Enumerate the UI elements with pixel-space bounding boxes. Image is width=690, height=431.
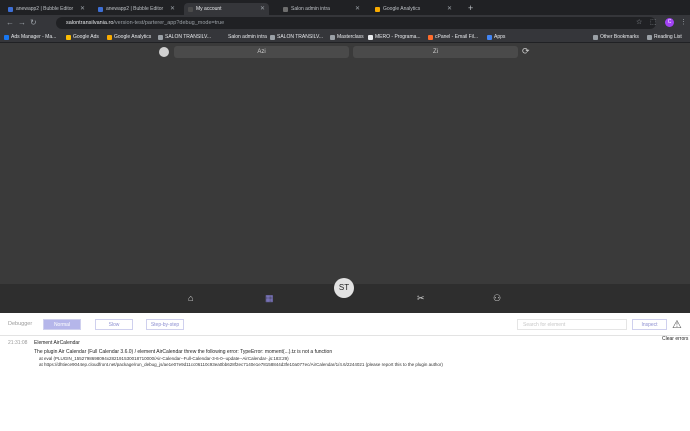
apps-grid-icon — [487, 34, 492, 40]
reading-list[interactable]: Reading List — [647, 34, 682, 40]
other-bookmarks[interactable]: Other Bookmarks — [593, 34, 639, 40]
browser-tab[interactable]: anewapp2 | Bubble Editor ✕ — [94, 3, 179, 15]
tab-title: Salon admin intra — [291, 6, 330, 12]
mode-slow-button[interactable]: Slow — [95, 319, 133, 330]
browser-tab[interactable]: anewapp2 | Bubble Editor ✕ — [4, 3, 89, 15]
bookmark-item[interactable]: MERO - Programa... — [368, 34, 421, 40]
log-timestamp: 21:31:08 — [8, 340, 28, 346]
bookmark-item[interactable]: Masterclass — [330, 34, 364, 40]
bookmark-icon — [368, 34, 373, 40]
day-button-tomorrow[interactable]: Zi — [353, 46, 518, 58]
close-tab-icon[interactable]: ✕ — [80, 5, 85, 12]
url-path: /version-test/parterer_app?debug_mode=tr… — [113, 20, 225, 26]
day-button-today[interactable]: Azi — [174, 46, 349, 58]
page-favicon-icon — [283, 6, 288, 12]
calendar-icon[interactable]: ▦ — [265, 293, 274, 304]
clear-errors-link[interactable]: Clear errors — [662, 336, 688, 342]
scissors-icon[interactable]: ✂ — [417, 293, 425, 304]
browser-tab-strip: anewapp2 | Bubble Editor ✕ anewapp2 | Bu… — [0, 0, 690, 15]
url-host: salontransilvania.ro — [66, 20, 114, 26]
tab-title: My account — [196, 6, 222, 12]
reload-icon[interactable]: ↻ — [30, 18, 37, 27]
tab-title: anewapp2 | Bubble Editor — [16, 6, 74, 12]
bookmark-star-icon[interactable]: ☆ — [636, 18, 642, 26]
analytics-favicon-icon — [375, 6, 380, 12]
profile-avatar[interactable]: C — [665, 18, 674, 27]
bookmark-item[interactable]: Salon admin intra — [221, 34, 267, 40]
debugger-bar: Debugger Normal Slow Step-by-step Search… — [0, 313, 690, 336]
mode-normal-button[interactable]: Normal — [43, 319, 81, 330]
bubble-favicon-icon — [98, 6, 103, 12]
mode-step-button[interactable]: Step-by-step — [146, 319, 184, 330]
bookmark-icon — [107, 34, 112, 40]
bookmark-item[interactable]: Google Analytics — [107, 34, 151, 40]
bookmark-icon — [270, 34, 275, 40]
bookmark-item[interactable]: Apps — [487, 34, 505, 40]
log-stack-line: at https://dhtiece9044ep.cloudfront.net/… — [39, 362, 443, 367]
user-icon[interactable]: ⚇ — [493, 293, 501, 304]
inspect-button[interactable]: Inspect — [632, 319, 667, 330]
bookmarks-bar: Ads Manager - Ma... Google Ads Google An… — [0, 31, 690, 43]
avatar[interactable]: ST — [334, 278, 354, 298]
bookmark-icon — [66, 34, 71, 40]
debugger-label: Debugger — [8, 321, 33, 327]
toggle-dot[interactable] — [159, 47, 169, 57]
forward-icon[interactable]: → — [18, 18, 26, 27]
log-element-name: Element AirCalendar — [34, 340, 80, 346]
bubble-favicon-icon — [8, 6, 13, 12]
extensions-icon[interactable]: ⬚ — [650, 18, 657, 26]
bookmark-icon — [221, 35, 226, 40]
new-tab-icon[interactable]: + — [468, 3, 473, 13]
app-viewport: Azi Zi ⟳ ⌂ ▦ ST ✂ ⚇ — [0, 43, 690, 313]
log-message: The plugin Air Calendar (Full Calendar 3… — [34, 349, 333, 355]
browser-toolbar: ← → ↻ salontransilvania.ro/version-test/… — [0, 15, 690, 31]
address-bar[interactable]: salontransilvania.ro/version-test/parter… — [56, 17, 656, 29]
bookmark-item[interactable]: Google Ads — [66, 34, 99, 40]
page-favicon-icon — [188, 6, 193, 12]
browser-tab[interactable]: Salon admin intra ✕ — [279, 3, 364, 15]
bookmark-icon — [4, 34, 9, 40]
bottom-navigation: ⌂ ▦ ST ✂ ⚇ — [0, 278, 690, 313]
bookmark-item[interactable]: cPanel - Email Fil... — [428, 34, 478, 40]
bookmark-icon — [158, 34, 163, 40]
log-stack-line: at eval (PLUGIN_1552798698094x2821915300… — [39, 356, 289, 361]
reading-list-icon — [647, 34, 652, 40]
inspect-search-input[interactable]: Search for element — [517, 319, 627, 330]
bookmark-icon — [428, 34, 433, 40]
back-icon[interactable]: ← — [6, 18, 14, 27]
browser-tab[interactable]: Google Analytics ✕ — [371, 3, 456, 15]
bookmark-item[interactable]: Ads Manager - Ma... — [4, 34, 56, 40]
tab-title: anewapp2 | Bubble Editor — [106, 6, 164, 12]
bookmark-item[interactable]: SALON TRANSILV... — [270, 34, 323, 40]
folder-icon — [593, 34, 598, 40]
close-tab-icon[interactable]: ✕ — [355, 5, 360, 12]
close-tab-icon[interactable]: ✕ — [447, 5, 452, 12]
close-tab-icon[interactable]: ✕ — [170, 5, 175, 12]
browser-tab-active[interactable]: My account ✕ — [184, 3, 269, 15]
tab-title: Google Analytics — [383, 6, 421, 12]
refresh-icon[interactable]: ⟳ — [522, 46, 530, 57]
bookmark-item[interactable]: SALON TRANSILV... — [158, 34, 211, 40]
close-tab-icon[interactable]: ✕ — [260, 5, 265, 12]
menu-kebab-icon[interactable]: ⋮ — [680, 18, 687, 26]
bookmark-icon — [330, 34, 335, 40]
warning-icon[interactable]: ⚠ — [672, 318, 682, 331]
home-icon[interactable]: ⌂ — [188, 293, 193, 303]
